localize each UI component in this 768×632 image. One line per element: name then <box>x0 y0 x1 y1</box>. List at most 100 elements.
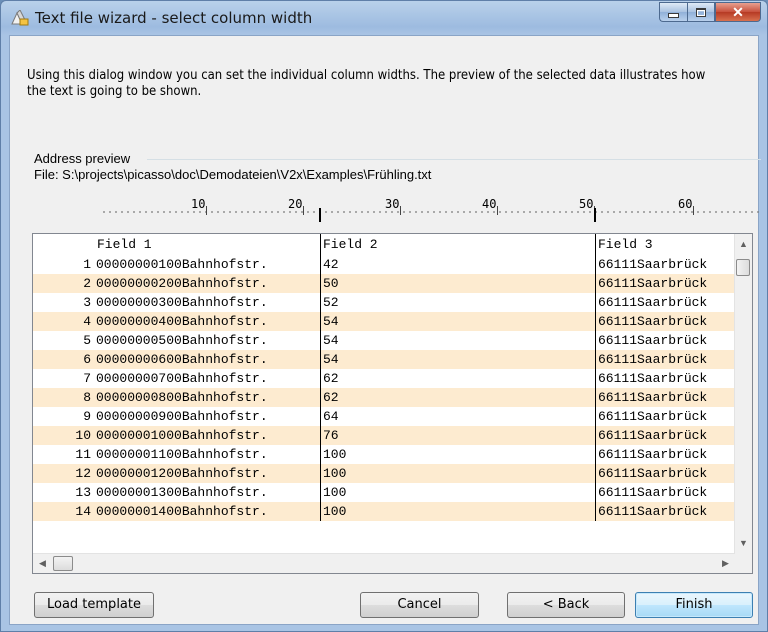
field-1-cell: 00000000900Bahnhofstr. <box>96 409 268 424</box>
column-separator[interactable] <box>595 369 596 388</box>
row-number-cell: 6 <box>83 352 91 367</box>
column-separator[interactable] <box>320 464 321 483</box>
data-preview-grid[interactable]: Field 1 Field 2 Field 3 1 00000000100Bahn… <box>32 233 753 574</box>
table-row[interactable]: 4 00000000400Bahnhofstr. 54 66111Saarbrück <box>33 312 735 331</box>
column-separator[interactable] <box>595 388 596 407</box>
column-separator[interactable] <box>595 445 596 464</box>
horizontal-scrollbar[interactable]: ◀ ▶ <box>33 553 735 573</box>
ruler-tick <box>303 206 304 215</box>
scrollbar-corner <box>735 554 752 573</box>
column-separator[interactable] <box>595 426 596 445</box>
field-2-cell: 42 <box>323 257 339 272</box>
field-1-cell: 00000000700Bahnhofstr. <box>96 371 268 386</box>
field-3-cell: 66111Saarbrück <box>598 466 708 481</box>
field-3-cell: 66111Saarbrück <box>598 371 708 386</box>
table-row[interactable]: 10 00000001000Bahnhofstr. 76 66111Saarbrück <box>33 426 735 445</box>
scroll-right-icon[interactable]: ▶ <box>718 554 733 573</box>
column-separator[interactable] <box>595 350 596 369</box>
column-separator[interactable] <box>320 274 321 293</box>
column-header-field-3[interactable]: Field 3 <box>598 235 735 254</box>
field-3-cell: 66111Saarbrück <box>598 409 708 424</box>
table-row[interactable]: 6 00000000600Bahnhofstr. 54 66111Saarbrück <box>33 350 735 369</box>
row-number-cell: 12 <box>75 466 91 481</box>
table-row[interactable]: 7 00000000700Bahnhofstr. 62 66111Saarbrück <box>33 369 735 388</box>
row-number-cell: 1 <box>83 257 91 272</box>
table-row[interactable]: 11 00000001100Bahnhofstr. 100 66111Saarbrüc… <box>33 445 735 464</box>
field-2-cell: 100 <box>323 447 347 462</box>
horizontal-scroll-thumb[interactable] <box>53 556 73 571</box>
field-3-cell: 66111Saarbrück <box>598 295 708 310</box>
column-separator[interactable] <box>320 407 321 426</box>
maximize-button[interactable] <box>687 2 715 22</box>
column-separator[interactable] <box>595 502 596 521</box>
minimize-button[interactable] <box>659 2 687 22</box>
column-separator[interactable] <box>320 255 321 274</box>
column-separator[interactable] <box>320 445 321 464</box>
column-separator[interactable] <box>320 234 321 255</box>
column-separator[interactable] <box>320 312 321 331</box>
field-2-cell: 54 <box>323 333 339 348</box>
column-ruler[interactable]: 10 20 30 40 50 60 <box>101 193 761 222</box>
column-separator[interactable] <box>320 502 321 521</box>
ruler-label-20: 20 <box>288 197 303 211</box>
column-break-marker-2[interactable] <box>594 208 596 222</box>
field-2-cell: 76 <box>323 428 339 443</box>
row-number-cell: 10 <box>75 428 91 443</box>
field-2-cell: 50 <box>323 276 339 291</box>
column-separator[interactable] <box>595 331 596 350</box>
table-row[interactable]: 2 00000000200Bahnhofstr. 50 66111Saarbrück <box>33 274 735 293</box>
column-separator[interactable] <box>595 407 596 426</box>
field-1-cell: 00000001400Bahnhofstr. <box>96 504 268 519</box>
cancel-button[interactable]: Cancel <box>360 592 479 618</box>
field-3-cell: 66111Saarbrück <box>598 276 708 291</box>
column-break-marker-1[interactable] <box>319 208 321 222</box>
finish-button[interactable]: Finish <box>635 592 753 618</box>
minimize-icon <box>668 12 679 18</box>
column-separator[interactable] <box>595 234 596 255</box>
field-1-cell: 00000000400Bahnhofstr. <box>96 314 268 329</box>
field-3-cell: 66111Saarbrück <box>598 447 708 462</box>
column-header-field-1[interactable]: Field 1 <box>97 235 317 254</box>
table-row[interactable]: 3 00000000300Bahnhofstr. 52 66111Saarbrück <box>33 293 735 312</box>
column-separator[interactable] <box>595 293 596 312</box>
field-1-cell: 00000000300Bahnhofstr. <box>96 295 268 310</box>
scroll-left-icon[interactable]: ◀ <box>35 554 50 573</box>
table-row[interactable]: 9 00000000900Bahnhofstr. 64 66111Saarbrück <box>33 407 735 426</box>
window-title: Text file wizard - select column width <box>35 9 313 27</box>
back-button[interactable]: < Back <box>507 592 625 618</box>
column-separator[interactable] <box>595 483 596 502</box>
column-separator[interactable] <box>320 369 321 388</box>
title-bar[interactable]: Text file wizard - select column width ✕ <box>1 1 767 35</box>
close-button[interactable]: ✕ <box>715 2 761 22</box>
column-header-field-2[interactable]: Field 2 <box>323 235 593 254</box>
file-path-label: File: S:\projects\picasso\doc\Demodateie… <box>34 167 432 182</box>
field-2-cell: 100 <box>323 504 347 519</box>
table-row[interactable]: 14 00000001400Bahnhofstr. 100 66111Saarbrüc… <box>33 502 735 521</box>
field-1-cell: 00000000200Bahnhofstr. <box>96 276 268 291</box>
table-row[interactable]: 1 00000000100Bahnhofstr. 42 66111Saarbrück <box>33 255 735 274</box>
column-separator[interactable] <box>595 274 596 293</box>
vertical-scrollbar[interactable]: ▲ ▼ <box>734 234 752 554</box>
scroll-up-icon[interactable]: ▲ <box>735 236 752 253</box>
table-row[interactable]: 5 00000000500Bahnhofstr. 54 66111Saarbrück <box>33 331 735 350</box>
table-row[interactable]: 8 00000000800Bahnhofstr. 62 66111Saarbrück <box>33 388 735 407</box>
column-separator[interactable] <box>595 255 596 274</box>
field-2-cell: 62 <box>323 390 339 405</box>
table-row[interactable]: 13 00000001300Bahnhofstr. 100 66111Saarbrüc… <box>33 483 735 502</box>
ruler-label-50: 50 <box>579 197 594 211</box>
row-number-cell: 2 <box>83 276 91 291</box>
column-separator[interactable] <box>320 293 321 312</box>
column-separator[interactable] <box>320 426 321 445</box>
scroll-down-icon[interactable]: ▼ <box>735 535 752 552</box>
column-separator[interactable] <box>320 331 321 350</box>
column-separator[interactable] <box>320 350 321 369</box>
column-separator[interactable] <box>595 464 596 483</box>
load-template-button[interactable]: Load template <box>34 592 154 618</box>
table-row[interactable]: 12 00000001200Bahnhofstr. 100 66111Saarbrüc… <box>33 464 735 483</box>
ruler-tick <box>693 206 694 215</box>
column-separator[interactable] <box>320 483 321 502</box>
field-2-cell: 64 <box>323 409 339 424</box>
column-separator[interactable] <box>595 312 596 331</box>
column-separator[interactable] <box>320 388 321 407</box>
vertical-scroll-thumb[interactable] <box>736 259 750 276</box>
